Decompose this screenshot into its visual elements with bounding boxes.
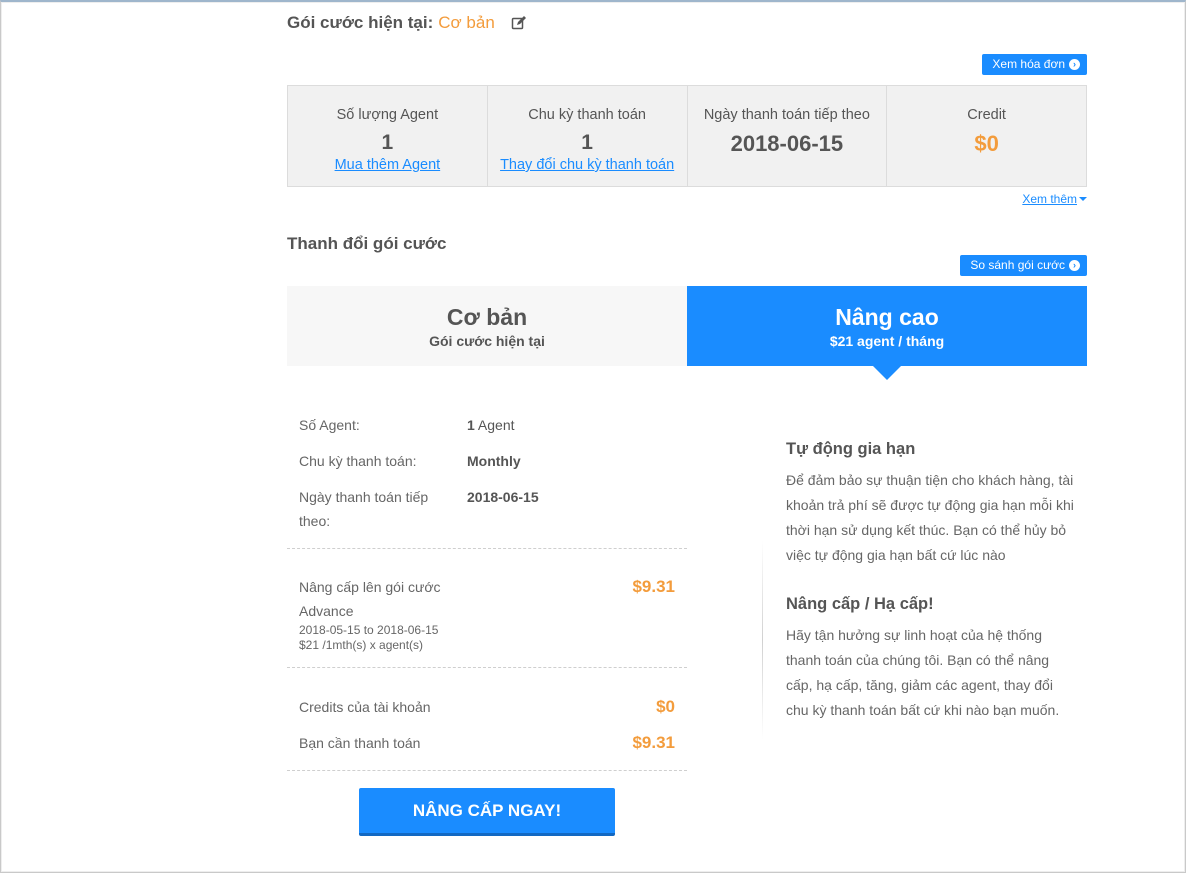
stat-value: 1 [581,131,593,154]
compare-plans-button[interactable]: So sánh gói cước › [960,255,1087,276]
stat-label: Số lượng Agent [336,107,439,123]
tab-plan-sub: $21 agent / tháng [829,333,945,349]
change-plan-title: Thanh đổi gói cước [287,234,447,253]
divider [287,770,687,771]
compare-plans-label: So sánh gói cước [970,258,1065,272]
detail-row-next-date: Ngày thanh toán tiếp theo: 2018-06-15 [287,485,687,533]
see-more-link[interactable]: Xem thêm [1022,192,1087,206]
detail-label: Chu kỳ thanh toán: [299,453,417,469]
stat-billing-cycle: Chu kỳ thanh toán 1 Thay đổi chu kỳ than… [488,86,688,186]
detail-label: Số Agent: [299,417,360,433]
edit-icon[interactable] [511,15,527,31]
detail-value: 1 Agent [467,413,515,437]
view-invoice-label: Xem hóa đơn [992,57,1065,71]
change-billing-cycle-link[interactable]: Thay đổi chu kỳ thanh toán [500,157,674,173]
current-plan-header: Gói cước hiện tại: Cơ bản [287,13,527,33]
charge-amount: $9.31 [632,733,675,752]
plan-tabs: Cơ bản Gói cước hiện tại Nâng cao $21 ag… [287,286,1087,380]
charge-upgrade-text: Nâng cấp lên gói cước Advance 2018-05-15… [299,575,459,653]
stat-value: 2018-06-15 [730,131,844,156]
divider [287,667,687,668]
stat-agent-count: Số lượng Agent 1 Mua thêm Agent [288,86,488,186]
upgrade-details: Số Agent: 1 Agent Chu kỳ thanh toán: Mon… [287,410,687,771]
auto-renew-title: Tự động gia hạn [786,440,916,458]
arrow-right-circle-icon: › [1069,59,1080,70]
tab-plan-name: Cơ bản [446,304,528,330]
charge-label: Bạn cần thanh toán [299,735,421,751]
active-tab-pointer [873,366,901,380]
plan-info-panel: Tự động gia hạn Để đảm bảo sự thuận tiện… [786,440,1076,723]
charge-amount: $9.31 [632,577,675,596]
stat-next-payment-date: Ngày thanh toán tiếp theo 2018-06-15 [688,86,888,186]
tab-plan-name: Nâng cao [835,304,939,330]
detail-agents-unit: Agent [474,417,515,433]
current-plan-label: Gói cước hiện tại: [287,13,434,32]
plan-stats: Số lượng Agent 1 Mua thêm Agent Chu kỳ t… [287,85,1087,187]
upgrade-downgrade-text: Hãy tận hưởng sự linh hoạt của hệ thống … [786,627,1060,718]
tab-advanced-plan[interactable]: Nâng cao $21 agent / tháng [687,286,1087,380]
divider [287,548,687,549]
tab-basic-plan[interactable]: Cơ bản Gói cước hiện tại [287,286,687,366]
charge-detail: 2018-05-15 to 2018-06-15 $21 /1mth(s) x … [299,623,439,652]
arrow-right-circle-icon: › [1069,260,1080,271]
see-more-label: Xem thêm [1022,192,1077,206]
charge-due: Bạn cần thanh toán $9.31 [287,731,687,755]
buy-more-agents-link[interactable]: Mua thêm Agent [335,157,441,173]
stat-label: Chu kỳ thanh toán [528,107,646,123]
stat-credit: Credit $0 [887,86,1086,186]
charge-upgrade: Nâng cấp lên gói cước Advance 2018-05-15… [287,575,687,653]
detail-value: 2018-06-15 [467,489,539,505]
charge-amount: $0 [656,697,675,716]
charge-label: Credits của tài khoản [299,699,431,715]
detail-value: Monthly [467,453,521,469]
view-invoice-button[interactable]: Xem hóa đơn › [982,54,1087,75]
vertical-separator [762,540,763,740]
stat-label: Credit [967,107,1006,123]
detail-label: Ngày thanh toán tiếp theo: [299,489,429,529]
auto-renew-text: Để đảm bảo sự thuận tiện cho khách hàng,… [786,472,1074,563]
tab-plan-sub: Gói cước hiện tại [429,333,545,349]
stat-label: Ngày thanh toán tiếp theo [703,107,870,123]
charge-credits: Credits của tài khoản $0 [287,695,687,719]
upgrade-now-button[interactable]: NÂNG CẤP NGAY! [359,788,615,836]
stat-value: $0 [974,131,999,156]
detail-row-cycle: Chu kỳ thanh toán: Monthly [287,449,687,473]
detail-row-agents: Số Agent: 1 Agent [287,413,687,437]
charge-label: Nâng cấp lên gói cước Advance [299,579,441,619]
caret-down-icon [1079,197,1087,201]
detail-agents-number: 1 [467,417,475,433]
stat-value: 1 [381,131,394,154]
upgrade-downgrade-title: Nâng cấp / Hạ cấp! [786,595,934,613]
current-plan-name: Cơ bản [438,13,495,32]
